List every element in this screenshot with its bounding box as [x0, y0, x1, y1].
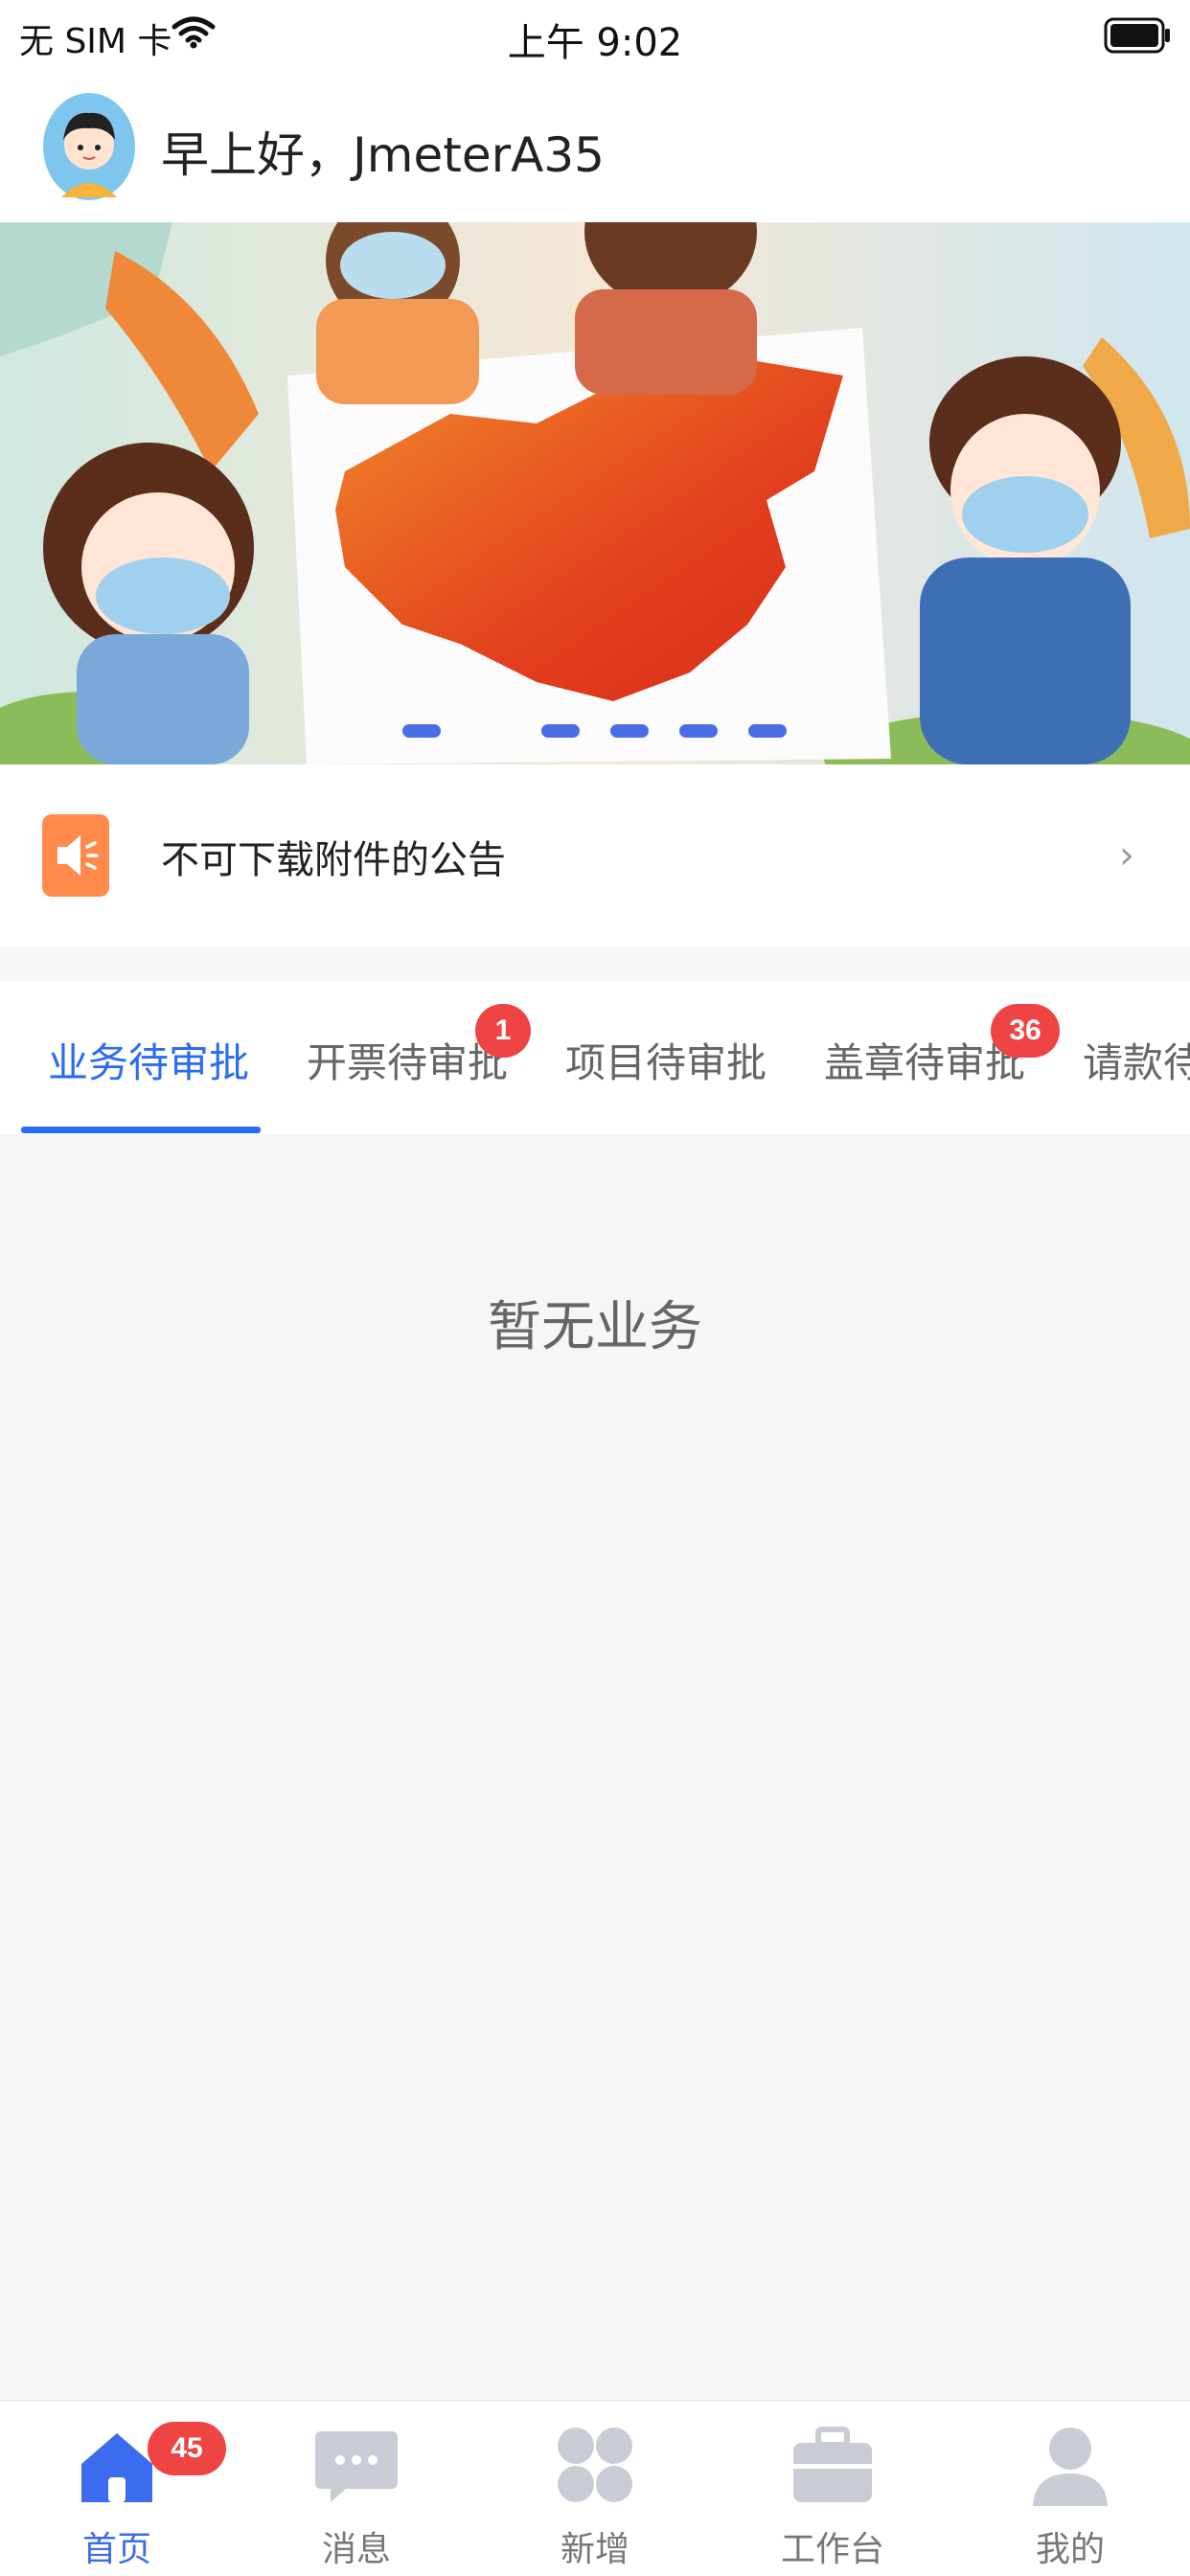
person-icon	[1033, 2428, 1108, 2506]
briefcase-icon	[793, 2427, 872, 2502]
nav-label: 消息	[321, 2530, 391, 2569]
clock: 上午 9:02	[507, 21, 683, 65]
banner-illustration	[0, 222, 1190, 764]
nav-workbench[interactable]: 工作台	[756, 2414, 909, 2569]
banner-dot[interactable]	[610, 724, 649, 738]
home-badge: 45	[148, 2422, 226, 2475]
greeting-text: 早上好，JmeterA35	[161, 127, 605, 183]
nav-messages[interactable]: 消息	[280, 2414, 433, 2569]
banner-dot[interactable]	[541, 724, 580, 738]
tab-badge: 1	[475, 1004, 531, 1058]
banner-carousel[interactable]	[0, 222, 1190, 764]
chevron-right-icon: ›	[1119, 833, 1134, 878]
avatar-icon[interactable]	[42, 92, 136, 201]
nav-label: 新增	[560, 2530, 629, 2569]
add-grid-icon	[558, 2428, 632, 2502]
nav-profile[interactable]: 我的	[994, 2414, 1147, 2569]
notice-title[interactable]: 不可下载附件的公告	[161, 829, 506, 884]
tab-payment-approval[interactable]: 请款待	[1083, 1031, 1190, 1089]
nav-label: 工作台	[780, 2530, 884, 2569]
tab-badge: 36	[991, 1004, 1060, 1058]
active-tab-indicator	[21, 1127, 261, 1133]
tab-business-approval[interactable]: 业务待审批	[48, 1031, 249, 1089]
nav-add[interactable]: 新增	[518, 2414, 672, 2569]
tab-project-approval[interactable]: 项目待审批	[565, 1031, 767, 1089]
battery-icon	[1104, 17, 1170, 54]
banner-dot[interactable]	[402, 724, 441, 738]
banner-dot[interactable]	[679, 724, 718, 738]
speaker-icon	[42, 814, 109, 897]
message-icon	[315, 2431, 398, 2502]
home-icon	[81, 2433, 152, 2502]
nav-label: 我的	[1035, 2530, 1105, 2569]
banner-dot[interactable]	[748, 724, 787, 738]
nav-label: 首页	[81, 2530, 151, 2569]
empty-state-text: 暂无业务	[488, 1296, 702, 1358]
